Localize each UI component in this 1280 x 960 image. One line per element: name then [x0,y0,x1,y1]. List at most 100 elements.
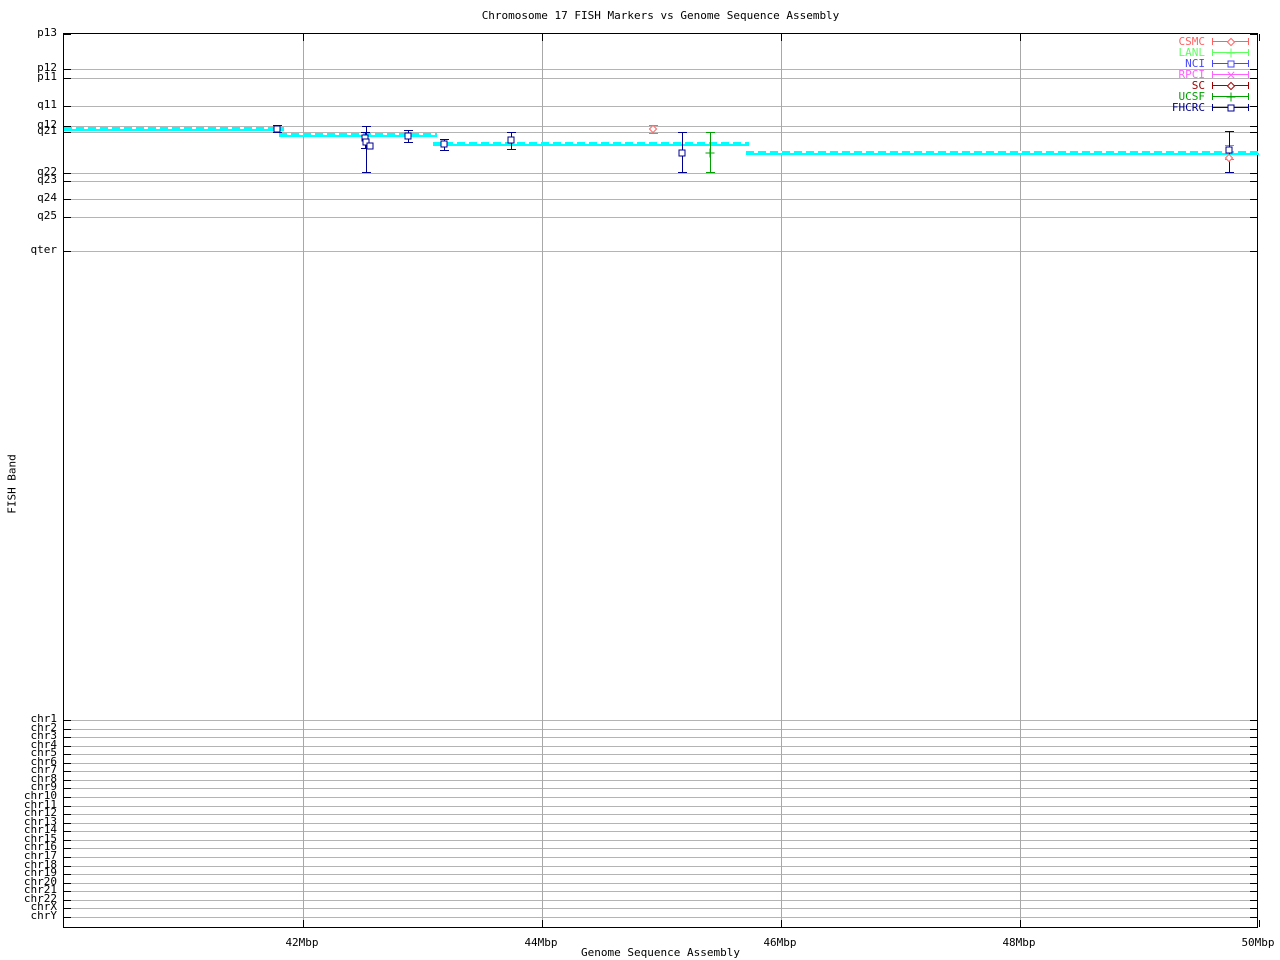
y-tick-label-p13: p13 [37,26,57,39]
legend-sample-cap-left [1212,82,1213,89]
y-tick-left-chr8 [64,780,71,781]
y-tick-left-chr22 [64,900,71,901]
y-tick-left-chr19 [64,874,71,875]
plot-area [63,33,1260,928]
assembly-segment-2 [279,132,437,137]
legend-sample-ucsf [1212,91,1249,102]
y-tick-left-chr6 [64,763,71,764]
x-tick-label-44: 44Mbp [524,936,558,949]
fhcrc-errorbar-cap-bottom [507,149,516,150]
y-tick-right-qter [1250,251,1257,252]
y-tick-label-q21: q21 [37,124,57,137]
y-tick-right-chr15 [1250,840,1257,841]
y-tick-left-chr20 [64,883,71,884]
x-tick-bottom-48 [1020,920,1021,927]
y-tick-left-chr9 [64,788,71,789]
legend-sample-fhcrc [1212,102,1249,113]
x-tick-top-44 [542,34,543,41]
x-gridline-48 [1020,34,1021,927]
y-tick-left-chr1 [64,720,71,721]
fhcrc-errorbar-cap-top [678,132,687,133]
fhcrc-marker-square [404,132,412,140]
y-gridline-chr3 [64,737,1257,738]
y-tick-left-chr10 [64,797,71,798]
y-tick-right-chr2 [1250,729,1257,730]
y-tick-left-chr16 [64,848,71,849]
y-gridline-chr6 [64,763,1257,764]
legend-marker-diamond [1226,37,1235,46]
fhcrc-errorbar-cap-bottom [1225,172,1234,173]
y-tick-right-chr8 [1250,780,1257,781]
y-gridline-chr15 [64,840,1257,841]
y-tick-label-chrY: chrY [30,909,58,922]
legend-marker-square [1227,104,1234,111]
y-tick-right-q23 [1250,181,1257,182]
legend-sample-cap-left [1212,71,1213,78]
y-gridline-chr5 [64,754,1257,755]
assembly-segment-1 [64,126,284,131]
y-tick-right-chr14 [1250,831,1257,832]
x-tick-bottom-44 [542,920,543,927]
legend-sample-rpci [1212,69,1249,80]
y-tick-right-chr20 [1250,883,1257,884]
y-tick-left-p11 [64,78,71,79]
fhcrc-marker-square [366,142,374,150]
legend-row-rpci: RPCI [1095,69,1255,80]
x-tick-label-42: 42Mbp [285,936,319,949]
y-gridline-chrY [64,917,1257,918]
y-tick-left-p13 [64,34,71,35]
x-tick-top-42 [303,34,304,41]
legend-sample-cap-right [1248,93,1249,100]
legend-sample-cap-right [1248,49,1249,56]
y-tick-left-q21 [64,132,71,133]
y-gridline-chr10 [64,797,1257,798]
y-tick-right-chr7 [1250,771,1257,772]
legend-marker-diamond [1226,81,1235,90]
y-tick-left-chr12 [64,814,71,815]
y-tick-right-chr3 [1250,737,1257,738]
legend-label-rpci: RPCI [1178,68,1206,81]
legend-sample-cap-left [1212,38,1213,45]
x-tick-top-50 [1259,34,1260,41]
fhcrc-marker-square [440,140,448,148]
y-tick-left-chr17 [64,857,71,858]
y-gridline-chr20 [64,883,1257,884]
y-tick-right-chr19 [1250,874,1257,875]
ucsf-marker-plus [705,148,715,158]
y-tick-right-chr21 [1250,891,1257,892]
y-tick-left-chr4 [64,746,71,747]
y-gridline-chr8 [64,780,1257,781]
y-tick-left-chr21 [64,891,71,892]
legend-sample-cap-right [1248,82,1249,89]
fhcrc-errorbar-cap-top [507,132,516,133]
x-tick-label-46: 46Mbp [763,936,797,949]
y-gridline-qter [64,251,1257,252]
y-gridline-chr4 [64,746,1257,747]
legend-sample-cap-right [1248,60,1249,67]
legend-sample-cap-left [1212,49,1213,56]
legend-row-lanl: LANL [1095,47,1255,58]
y-tick-left-chr3 [64,737,71,738]
assembly-segment-4 [746,151,1259,156]
y-tick-left-q25 [64,217,71,218]
y-gridline-q25 [64,217,1257,218]
y-gridline-chr18 [64,866,1257,867]
y-tick-left-p12 [64,69,71,70]
y-gridline-p12 [64,69,1257,70]
fhcrc-marker-square [678,149,686,157]
y-gridline-p11 [64,78,1257,79]
y-gridline-chr1 [64,720,1257,721]
y-gridline-chr14 [64,831,1257,832]
legend-marker-plus [1226,48,1235,57]
y-gridline-chr17 [64,857,1257,858]
y-tick-left-chr15 [64,840,71,841]
y-gridline-chr19 [64,874,1257,875]
y-gridline-q22 [64,173,1257,174]
x-tick-top-46 [781,34,782,41]
ucsf-errorbar-cap-bottom [706,172,715,173]
x-tick-bottom-46 [781,920,782,927]
y-tick-right-chr11 [1250,806,1257,807]
x-gridline-46 [781,34,782,927]
y-gridline-q23 [64,181,1257,182]
y-gridline-chr21 [64,891,1257,892]
